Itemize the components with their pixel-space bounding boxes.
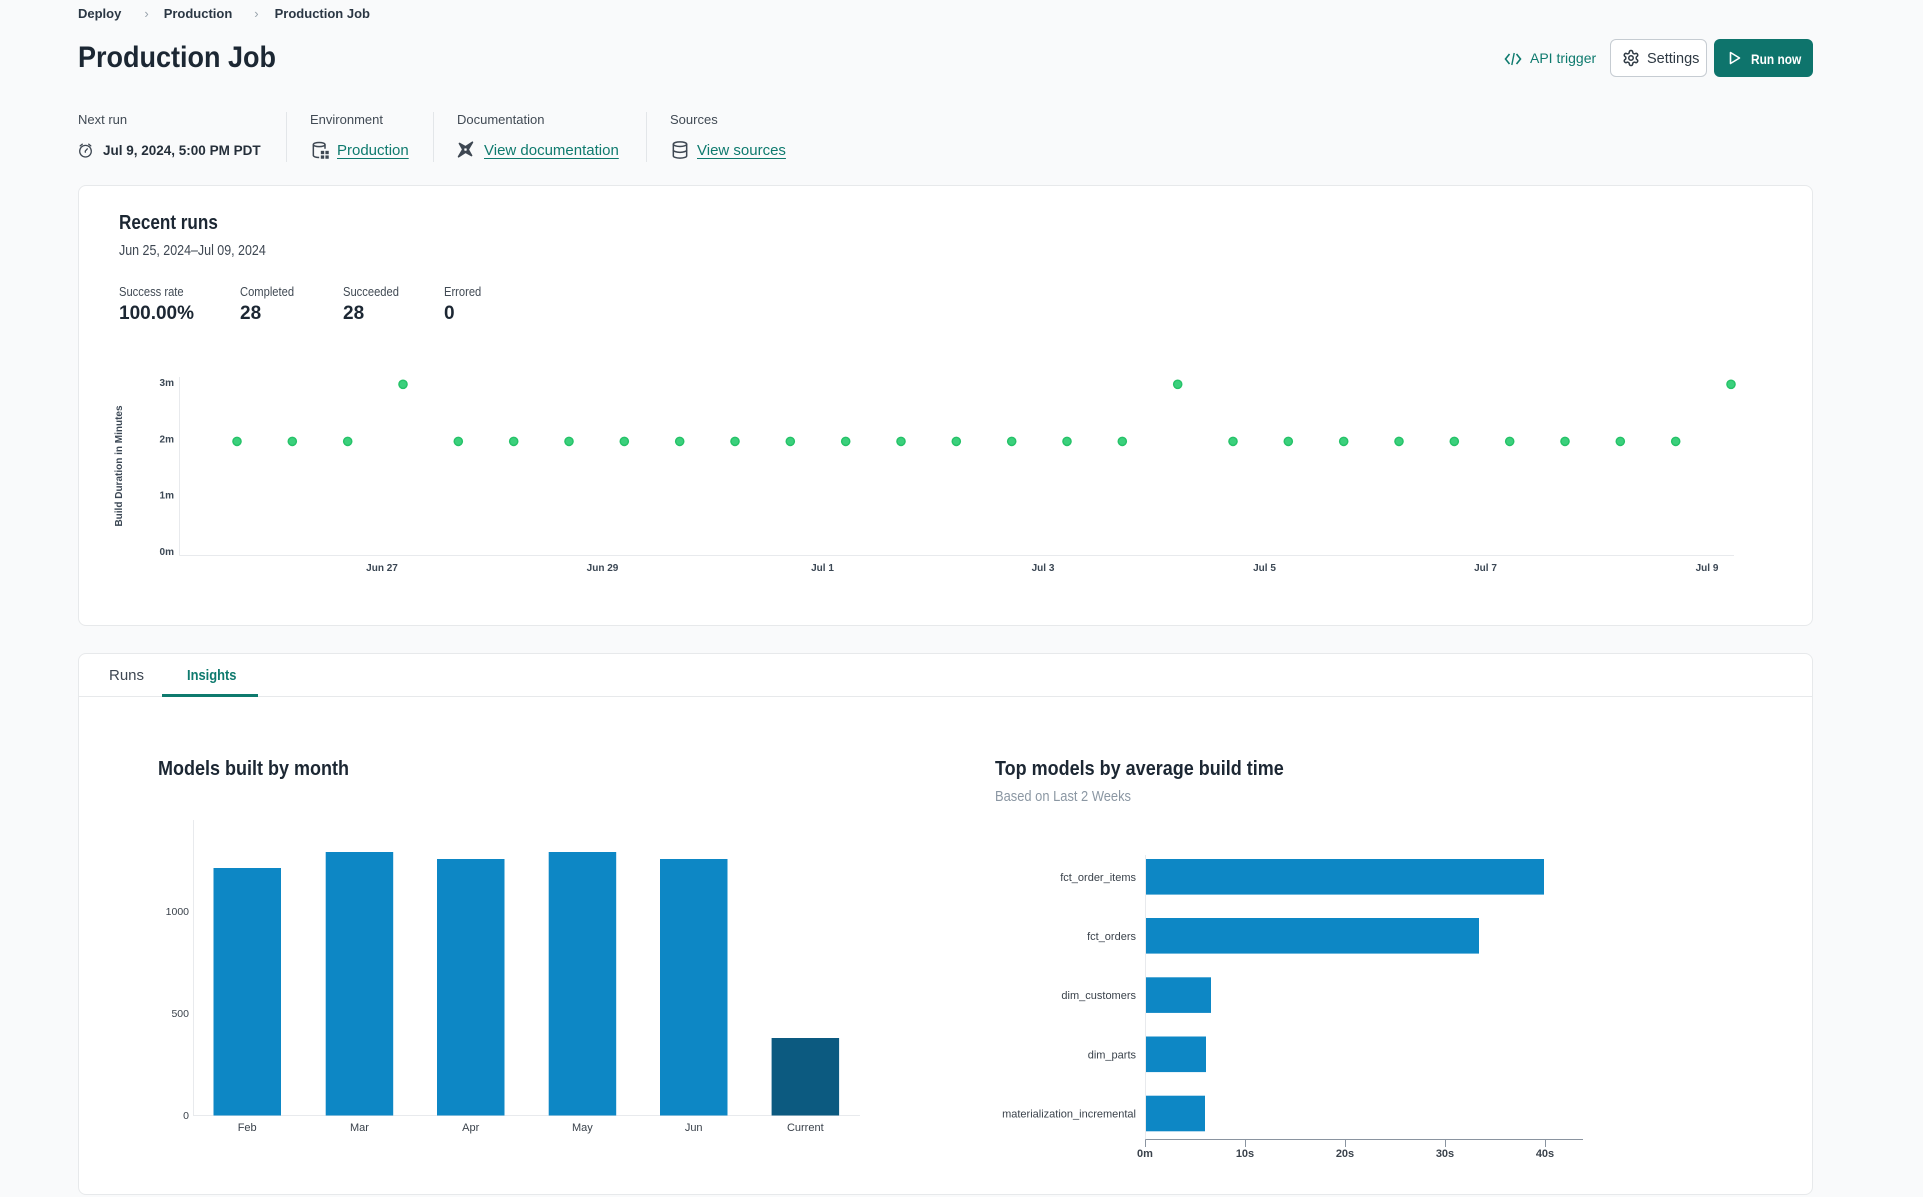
svg-text:10s: 10s [1236,1148,1254,1160]
svg-text:Jul 1: Jul 1 [811,563,834,574]
svg-text:dim_parts: dim_parts [1088,1049,1137,1061]
svg-text:Apr: Apr [462,1122,479,1134]
svg-text:fct_orders: fct_orders [1087,931,1136,943]
svg-text:Feb: Feb [238,1122,257,1134]
svg-text:Jul 7: Jul 7 [1474,563,1497,574]
svg-text:30s: 30s [1436,1148,1454,1160]
svg-text:Mar: Mar [350,1122,369,1134]
svg-text:500: 500 [171,1008,189,1020]
svg-text:1000: 1000 [166,906,190,918]
svg-text:Jun 27: Jun 27 [366,563,398,574]
svg-text:Jul 3: Jul 3 [1032,563,1055,574]
svg-text:fct_order_items: fct_order_items [1060,872,1136,884]
svg-text:Jul 5: Jul 5 [1253,563,1276,574]
svg-text:2m: 2m [160,434,175,445]
svg-text:0m: 0m [160,547,175,558]
svg-text:Jun: Jun [685,1122,703,1134]
svg-text:Build Duration in Minutes: Build Duration in Minutes [114,405,125,527]
svg-text:0m: 0m [1137,1148,1153,1160]
svg-text:40s: 40s [1536,1148,1554,1160]
svg-text:materialization_incremental: materialization_incremental [1002,1109,1136,1121]
svg-text:3m: 3m [160,378,175,389]
svg-text:Jul 9: Jul 9 [1696,563,1719,574]
svg-text:20s: 20s [1336,1148,1354,1160]
svg-text:dim_customers: dim_customers [1061,990,1136,1002]
svg-text:0: 0 [183,1110,189,1122]
svg-text:Current: Current [787,1122,824,1134]
svg-text:Jun 29: Jun 29 [587,563,619,574]
svg-text:May: May [572,1122,593,1134]
svg-text:1m: 1m [160,491,175,502]
